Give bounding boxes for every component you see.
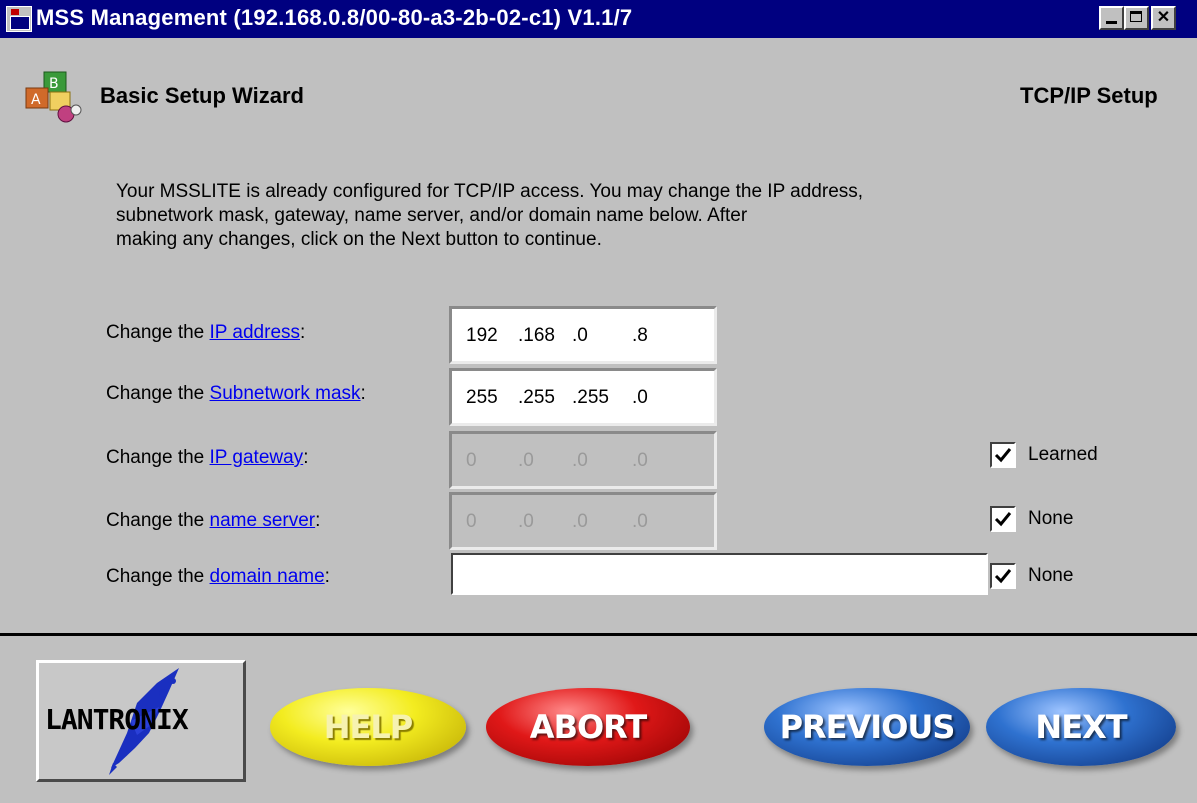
domain-name-link[interactable]: domain name	[210, 566, 325, 587]
label-prefix: Change the	[106, 322, 210, 343]
app-icon[interactable]	[6, 6, 32, 32]
checkmark-icon	[994, 569, 1012, 584]
checkmark-icon	[994, 512, 1012, 527]
next-button[interactable]: NEXT	[986, 688, 1176, 766]
octet-2[interactable]: .255	[518, 387, 555, 409]
checkmark-icon	[994, 448, 1012, 463]
octet-1: 0	[466, 511, 477, 532]
footer-divider	[0, 633, 1197, 636]
help-button[interactable]: HELP	[270, 688, 466, 766]
label-prefix: Change the	[106, 510, 210, 531]
domain-name-none-checkbox[interactable]	[990, 563, 1016, 589]
octet-1[interactable]: 192	[466, 325, 498, 347]
lantronix-logo-button[interactable]: LANTRONIX	[36, 660, 246, 782]
abort-button[interactable]: ABORT	[486, 688, 690, 766]
gateway-learned-label[interactable]: Learned	[1028, 444, 1098, 466]
svg-text:A: A	[31, 92, 41, 108]
instructions-line: subnetwork mask, gateway, name server, a…	[116, 205, 748, 226]
label-prefix: Change the	[106, 383, 210, 404]
octet-3[interactable]: .0	[572, 325, 588, 347]
subnet-mask-field[interactable]: 255 .255 .255 .0	[449, 368, 717, 426]
ip-gateway-link[interactable]: IP gateway	[210, 447, 304, 468]
octet-3: .0	[572, 450, 588, 471]
step-title: TCP/IP Setup	[1020, 83, 1158, 108]
name-server-link[interactable]: name server	[210, 510, 316, 531]
blocks-icon: B A	[25, 71, 82, 123]
octet-3: .0	[572, 511, 588, 532]
octet-4: .0	[632, 450, 648, 471]
label-prefix: Change the	[106, 566, 210, 587]
ip-gateway-field: 0 .0 .0 .0	[449, 431, 717, 489]
title-bar[interactable]: MSS Management (192.168.0.8/00-80-a3-2b-…	[0, 0, 1197, 38]
minimize-button[interactable]	[1099, 6, 1124, 30]
label-suffix: :	[360, 383, 366, 404]
ip-address-link[interactable]: IP address	[210, 322, 300, 343]
ip-address-field[interactable]: 192 .168 .0 .8	[449, 306, 717, 364]
lantronix-logo-text: LANTRONIX	[45, 703, 189, 736]
ip-gateway-label: Change the IP gateway:	[106, 447, 308, 469]
previous-button[interactable]: PREVIOUS	[764, 688, 970, 766]
label-suffix: :	[315, 510, 321, 531]
octet-4[interactable]: .0	[632, 387, 648, 409]
octet-1[interactable]: 255	[466, 387, 498, 409]
name-server-label: Change the name server:	[106, 510, 320, 532]
octet-2: .0	[518, 511, 534, 532]
octet-1: 0	[466, 450, 477, 471]
octet-4[interactable]: .8	[632, 325, 648, 347]
wizard-title: Basic Setup Wizard	[100, 83, 304, 108]
name-server-none-label[interactable]: None	[1028, 508, 1073, 530]
octet-2[interactable]: .168	[518, 325, 555, 347]
gateway-learned-checkbox[interactable]	[990, 442, 1016, 468]
ip-address-label: Change the IP address:	[106, 322, 305, 344]
subnet-mask-link[interactable]: Subnetwork mask	[210, 383, 361, 404]
domain-name-none-label[interactable]: None	[1028, 565, 1073, 587]
label-suffix: :	[303, 447, 309, 468]
svg-text:B: B	[49, 76, 59, 92]
label-prefix: Change the	[106, 447, 210, 468]
label-suffix: :	[324, 566, 330, 587]
instructions-text: Your MSSLITE is already configured for T…	[116, 180, 863, 252]
maximize-button[interactable]	[1124, 6, 1149, 30]
instructions-line: making any changes, click on the Next bu…	[116, 229, 602, 250]
octet-4: .0	[632, 511, 648, 532]
window-title: MSS Management (192.168.0.8/00-80-a3-2b-…	[36, 5, 633, 30]
name-server-none-checkbox[interactable]	[990, 506, 1016, 532]
domain-name-input[interactable]	[451, 553, 988, 595]
close-button[interactable]: ✕	[1151, 6, 1176, 30]
domain-name-label: Change the domain name:	[106, 566, 330, 588]
label-suffix: :	[300, 322, 306, 343]
octet-3[interactable]: .255	[572, 387, 609, 409]
instructions-line: Your MSSLITE is already configured for T…	[116, 181, 864, 202]
octet-2: .0	[518, 450, 534, 471]
name-server-field: 0 .0 .0 .0	[449, 492, 717, 550]
subnet-mask-label: Change the Subnetwork mask:	[106, 383, 366, 405]
